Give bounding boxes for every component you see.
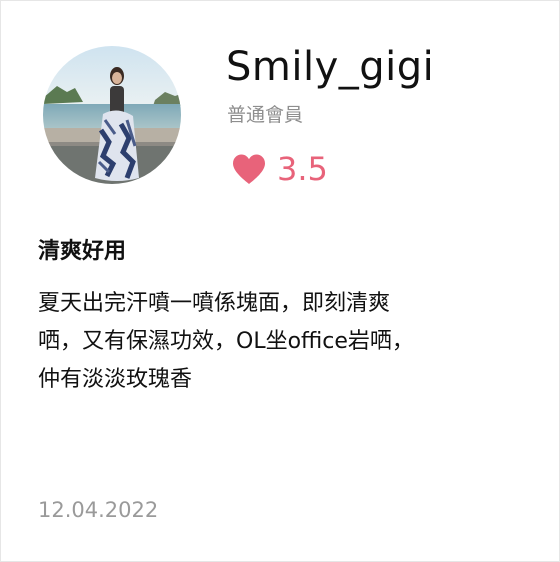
review-body-line: 仲有淡淡玫瑰香 [38, 367, 193, 392]
review-card: Smily_gigi 普通會員 3.5 清爽好用 夏天出完汗噴一噴係塊面，即刻清… [0, 0, 560, 562]
review-title: 清爽好用 [38, 239, 127, 264]
username[interactable]: Smily_gigi [226, 39, 434, 95]
member-level-badge: 普通會員 [227, 104, 304, 126]
avatar[interactable] [43, 46, 181, 184]
user-avatar-photo [43, 46, 181, 184]
rating: 3.5 [231, 149, 328, 189]
review-body-line: 夏天出完汗噴一噴係塊面，即刻清爽 [38, 291, 391, 316]
review-body: 夏天出完汗噴一噴係塊面，即刻清爽 哂，又有保濕功效，OL坐office岩哂， 仲… [38, 285, 518, 399]
rating-value: 3.5 [277, 150, 328, 188]
heart-icon [233, 154, 265, 184]
review-body-line: 哂，又有保濕功效，OL坐office岩哂， [38, 329, 414, 354]
review-date: 12.04.2022 [38, 498, 159, 522]
